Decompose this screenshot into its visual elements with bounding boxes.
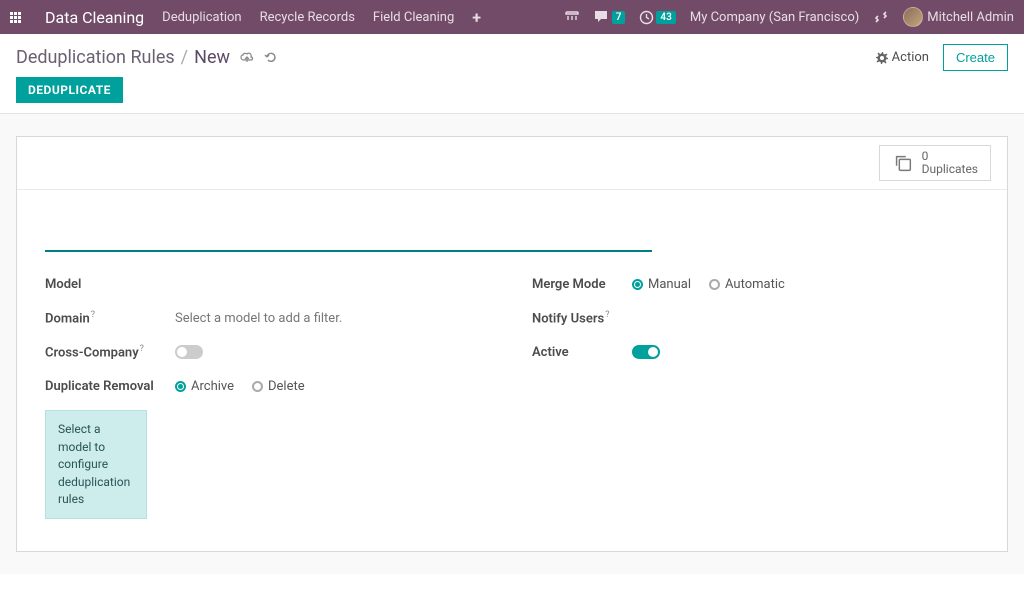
deduplicate-button[interactable]: DEDUPLICATE: [16, 77, 123, 103]
merge-manual-radio[interactable]: Manual: [632, 277, 691, 292]
activities-badge: 43: [656, 11, 675, 24]
messages-icon[interactable]: 7: [594, 10, 626, 24]
cross-company-toggle[interactable]: [175, 345, 203, 359]
copy-icon: [892, 152, 914, 174]
removal-delete-radio[interactable]: Delete: [252, 379, 305, 394]
user-name: Mitchell Admin: [927, 10, 1014, 25]
cross-company-label: Cross-Company?: [45, 344, 175, 360]
form-columns: Model Domain? Select a model to add a fi…: [45, 274, 979, 519]
action-button[interactable]: Action: [876, 50, 929, 65]
nav-add-icon[interactable]: +: [472, 8, 481, 27]
control-panel: Deduplication Rules / New Action Create: [0, 34, 1024, 77]
right-column: Merge Mode Manual Automatic: [532, 274, 979, 519]
breadcrumb: Deduplication Rules / New: [16, 47, 277, 68]
brand: Data Cleaning: [45, 8, 144, 27]
activities-icon[interactable]: 43: [639, 10, 675, 25]
discard-icon[interactable]: [264, 51, 277, 64]
domain-hint: Select a model to add a filter.: [175, 311, 342, 326]
company-selector[interactable]: My Company (San Francisco): [690, 10, 859, 25]
duplicates-stat-button[interactable]: 0 Duplicates: [879, 145, 991, 181]
navbar: Data Cleaning Deduplication Recycle Reco…: [0, 0, 1024, 34]
gear-icon: [876, 52, 888, 64]
form-wrap: 0 Duplicates Model Domain? Select a mode…: [0, 114, 1024, 574]
config-hint-box: Select a model to configure deduplicatio…: [45, 410, 147, 519]
nav-right: 7 43 My Company (San Francisco) Mitchell…: [564, 7, 1014, 27]
active-label: Active: [532, 345, 632, 360]
status-bar: DEDUPLICATE: [0, 77, 1024, 114]
duplicate-removal-label: Duplicate Removal: [45, 379, 175, 394]
nav-deduplication[interactable]: Deduplication: [162, 10, 241, 25]
nav-left: Data Cleaning Deduplication Recycle Reco…: [10, 8, 481, 27]
user-menu[interactable]: Mitchell Admin: [903, 7, 1014, 27]
notify-users-label: Notify Users?: [532, 310, 632, 326]
sheet-body: Model Domain? Select a model to add a fi…: [17, 190, 1007, 551]
form-sheet: 0 Duplicates Model Domain? Select a mode…: [16, 136, 1008, 552]
avatar-icon: [903, 7, 923, 27]
stat-label: Duplicates: [922, 163, 978, 176]
domain-label: Domain?: [45, 310, 175, 326]
breadcrumb-sep: /: [181, 47, 188, 68]
nav-recycle-records[interactable]: Recycle Records: [260, 10, 355, 25]
removal-archive-radio[interactable]: Archive: [175, 379, 234, 394]
breadcrumb-current: New: [194, 47, 230, 68]
create-button[interactable]: Create: [943, 44, 1008, 71]
phone-icon[interactable]: [564, 10, 580, 24]
cp-right: Action Create: [876, 44, 1008, 71]
messages-badge: 7: [612, 11, 626, 24]
merge-automatic-radio[interactable]: Automatic: [709, 277, 785, 292]
model-label: Model: [45, 277, 175, 292]
cloud-save-icon[interactable]: [240, 52, 254, 64]
sheet-header: 0 Duplicates: [17, 137, 1007, 190]
left-column: Model Domain? Select a model to add a fi…: [45, 274, 492, 519]
nav-field-cleaning[interactable]: Field Cleaning: [373, 10, 454, 25]
name-input[interactable]: [45, 210, 652, 252]
breadcrumb-root[interactable]: Deduplication Rules: [16, 47, 175, 68]
merge-mode-label: Merge Mode: [532, 277, 632, 292]
debug-icon[interactable]: [873, 9, 889, 25]
apps-icon[interactable]: [10, 12, 21, 23]
active-toggle[interactable]: [632, 345, 660, 359]
